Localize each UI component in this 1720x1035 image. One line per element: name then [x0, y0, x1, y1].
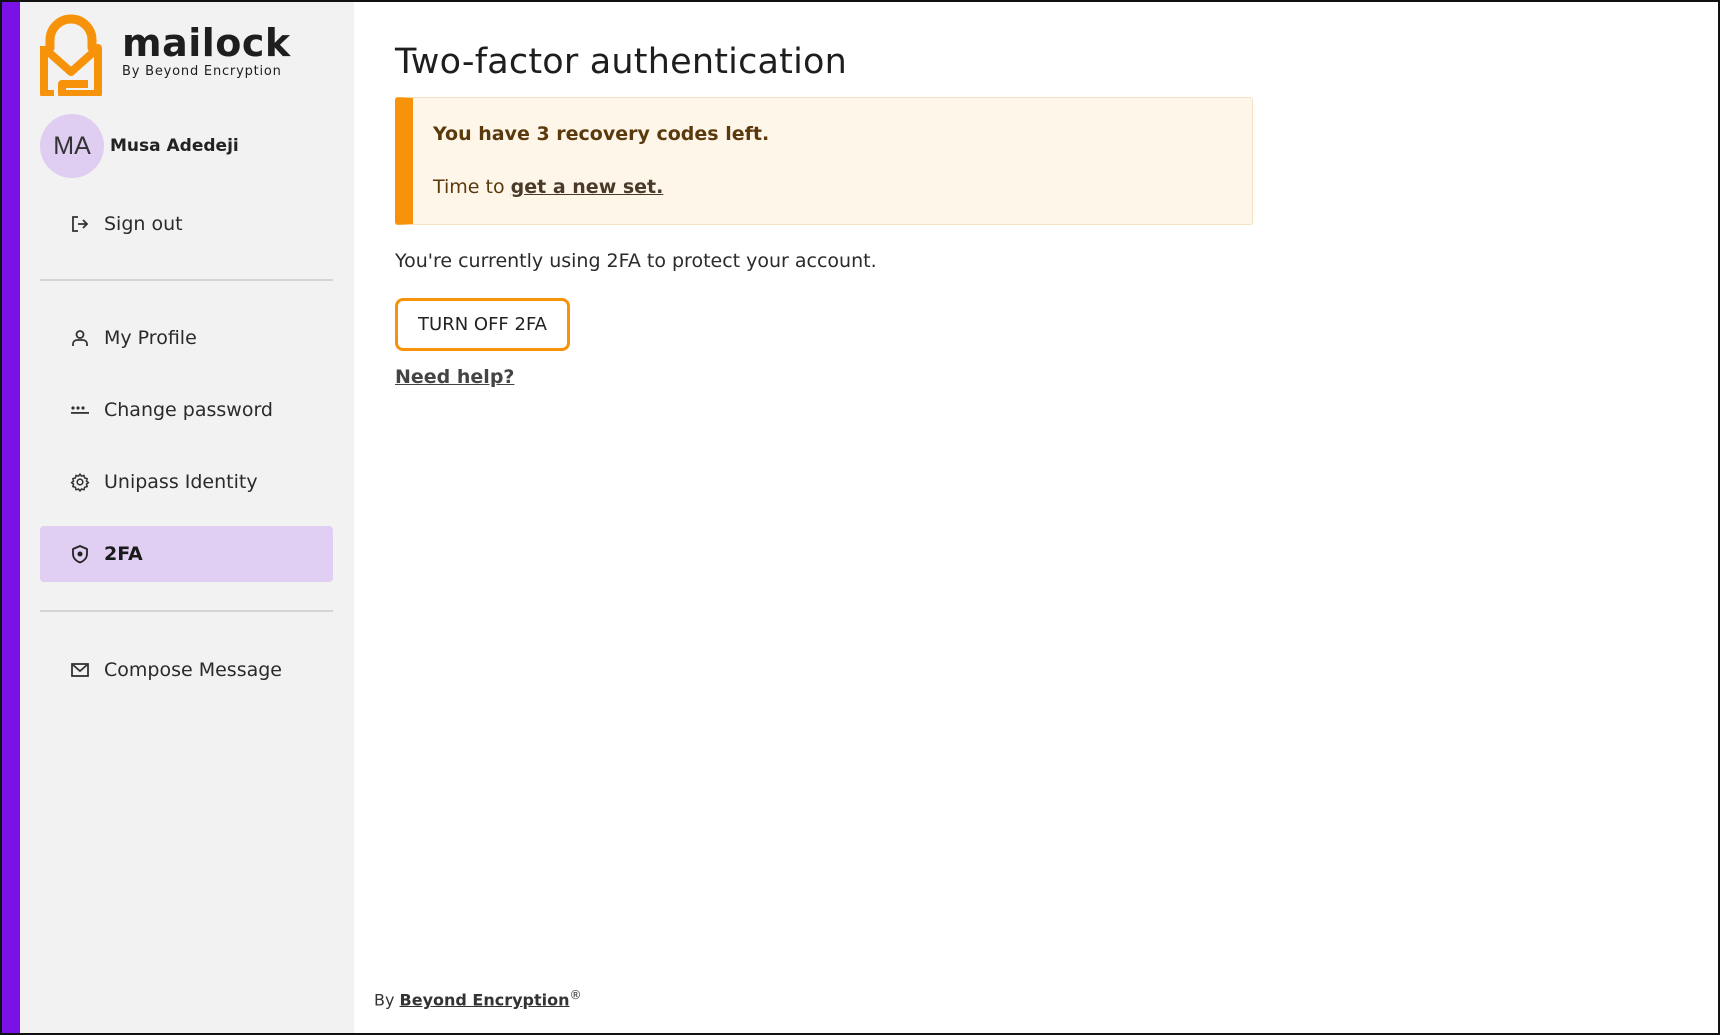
sidebar-item-label: Unipass Identity: [104, 471, 258, 493]
brand-tagline: By Beyond Encryption: [122, 64, 282, 79]
sidebar-item-change-password[interactable]: Change password: [40, 382, 333, 438]
alert-body: Time to get a new set.: [433, 176, 663, 198]
page-title: Two-factor authentication: [395, 42, 848, 82]
sidebar-item-label: My Profile: [104, 327, 197, 349]
turn-off-2fa-button[interactable]: TURN OFF 2FA: [395, 298, 570, 351]
mailock-logo-icon: [40, 14, 102, 96]
sidebar-item-label: Change password: [104, 399, 273, 421]
mailock-logo[interactable]: mailock By Beyond Encryption: [40, 14, 291, 96]
recovery-codes-alert: You have 3 recovery codes left. Time to …: [395, 97, 1253, 225]
user-profile: MA Musa Adedeji: [40, 114, 239, 178]
sidebar-divider: [40, 279, 333, 281]
footer: By Beyond Encryption®: [374, 988, 582, 1009]
gear-icon: [70, 472, 90, 492]
shield-icon: [70, 544, 90, 564]
sidebar-item-label: 2FA: [104, 543, 143, 565]
sidebar-item-my-profile[interactable]: My Profile: [40, 310, 333, 366]
sidebar-item-unipass-identity[interactable]: Unipass Identity: [40, 454, 333, 510]
sidebar-divider: [40, 610, 333, 612]
sign-out-label: Sign out: [104, 213, 183, 235]
alert-title: You have 3 recovery codes left.: [433, 123, 770, 145]
person-icon: [70, 328, 90, 348]
envelope-icon: [70, 660, 90, 680]
sidebar-item-compose-message[interactable]: Compose Message: [40, 642, 333, 698]
need-help-link[interactable]: Need help?: [395, 366, 514, 388]
sidebar: mailock By Beyond Encryption MA Musa Ade…: [20, 2, 354, 1033]
brand-name: mailock: [122, 21, 291, 65]
alert-body-text: Time to: [433, 176, 511, 198]
footer-prefix: By: [374, 990, 400, 1010]
sidebar-item-label: Compose Message: [104, 659, 282, 681]
get-new-codes-link[interactable]: get a new set.: [511, 176, 664, 198]
sign-out-button[interactable]: Sign out: [40, 196, 333, 252]
user-name: Musa Adedeji: [110, 136, 239, 156]
sign-out-icon: [70, 214, 90, 234]
beyond-encryption-link[interactable]: Beyond Encryption: [400, 990, 570, 1009]
2fa-status-text: You're currently using 2FA to protect yo…: [395, 250, 877, 272]
accent-bar: [2, 2, 20, 1033]
sidebar-item-2fa[interactable]: 2FA: [40, 526, 333, 582]
avatar: MA: [40, 114, 104, 178]
password-dots-icon: [70, 400, 90, 420]
registered-mark: ®: [569, 988, 582, 1002]
